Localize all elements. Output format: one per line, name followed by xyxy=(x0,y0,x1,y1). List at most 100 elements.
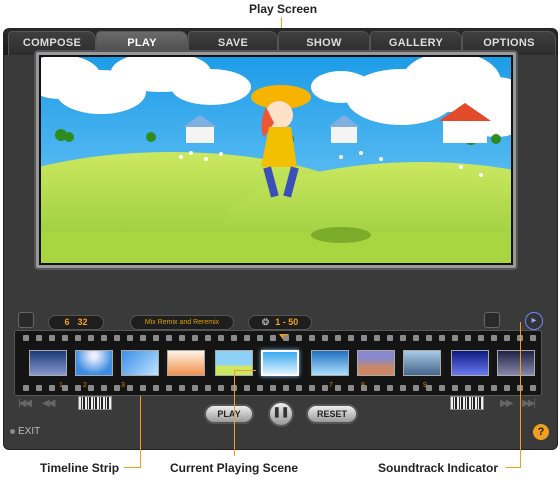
perforation xyxy=(257,335,263,341)
play-button[interactable]: PLAY xyxy=(204,404,254,424)
exit-button[interactable]: EXIT xyxy=(10,426,40,437)
thumb-4[interactable] xyxy=(167,350,205,376)
perforation xyxy=(387,335,393,341)
perforation xyxy=(530,335,536,341)
perforation xyxy=(439,385,445,391)
perforation xyxy=(23,385,29,391)
perforation xyxy=(23,335,29,341)
exit-label: EXIT xyxy=(18,426,41,437)
perforation xyxy=(205,385,211,391)
scene-range: ❂ 1 - 50 xyxy=(248,315,312,330)
perforation xyxy=(504,335,510,341)
perforation xyxy=(36,335,42,341)
rewind-start-icon[interactable]: |◀◀ xyxy=(18,398,32,409)
scroll-left-handle[interactable] xyxy=(78,396,112,410)
perforation xyxy=(348,385,354,391)
perforation xyxy=(491,385,497,391)
perforation xyxy=(62,335,68,341)
play-screen-callout: Play Screen xyxy=(249,2,318,16)
soundtrack-title: Mix Remix and Reremix xyxy=(130,315,234,330)
thumb-1[interactable] xyxy=(29,350,67,376)
perforation xyxy=(478,335,484,341)
thumb-8[interactable] xyxy=(357,350,395,376)
strip-num: 3 xyxy=(121,382,125,389)
perforation xyxy=(49,335,55,341)
strip-num: 7 xyxy=(329,382,333,389)
pause-button[interactable]: ❚❚ xyxy=(268,401,294,427)
scene-image xyxy=(41,57,511,263)
perforation xyxy=(504,385,510,391)
perforation xyxy=(244,385,250,391)
perforation xyxy=(114,335,120,341)
snapshot-icon[interactable] xyxy=(484,312,500,328)
perforation xyxy=(127,335,133,341)
perforation xyxy=(374,335,380,341)
strip-num: 2 xyxy=(83,382,87,389)
perforation xyxy=(335,335,341,341)
perforation xyxy=(101,335,107,341)
scene-range-label: 1 - 50 xyxy=(275,317,299,327)
film-reel-icon: ❂ xyxy=(261,317,270,327)
soundtrack-callout: Soundtrack Indicator xyxy=(378,461,499,475)
perforation xyxy=(465,385,471,391)
perforation xyxy=(257,385,263,391)
perforation xyxy=(530,385,536,391)
perforation xyxy=(374,385,380,391)
perforation xyxy=(205,335,211,341)
rewind-icon[interactable]: ◀◀ xyxy=(42,398,55,409)
folder-icon[interactable] xyxy=(18,312,34,328)
thumb-9[interactable] xyxy=(403,350,441,376)
timeline-callout-tick xyxy=(124,467,140,468)
soundtrack-callout-line xyxy=(520,322,521,468)
current-scene-callout-line xyxy=(234,370,235,456)
perforation xyxy=(322,385,328,391)
perforation xyxy=(231,335,237,341)
thumb-11[interactable] xyxy=(497,350,535,376)
thumb-2[interactable] xyxy=(75,350,113,376)
perforation xyxy=(426,385,432,391)
perforation xyxy=(62,385,68,391)
counter-total: 32 xyxy=(77,317,88,327)
perforation xyxy=(270,385,276,391)
timeline-strip[interactable]: 1 2 3 7 8 9 xyxy=(14,330,542,396)
perforation xyxy=(335,385,341,391)
thumb-3[interactable] xyxy=(121,350,159,376)
perforation xyxy=(387,385,393,391)
counter-current: 6 xyxy=(64,317,70,327)
perforation xyxy=(127,385,133,391)
exit-dot-icon xyxy=(10,429,15,434)
timeline-strip-callout: Timeline Strip xyxy=(40,461,120,475)
perforation xyxy=(166,385,172,391)
scroll-right-handle[interactable] xyxy=(450,396,484,410)
perforation xyxy=(179,335,185,341)
thumb-10[interactable] xyxy=(451,350,489,376)
play-screen[interactable] xyxy=(36,52,516,268)
forward-end-icon[interactable]: ▶▶| xyxy=(522,398,536,409)
perforation xyxy=(218,335,224,341)
perforation xyxy=(296,335,302,341)
scene-counter: 6 32 xyxy=(48,315,104,330)
thumb-current[interactable] xyxy=(261,350,299,376)
speaker-icon[interactable]: ▸ xyxy=(525,312,543,330)
help-button[interactable]: ? xyxy=(533,424,549,440)
perforation xyxy=(153,335,159,341)
current-scene-callout: Current Playing Scene xyxy=(170,461,299,475)
perforation xyxy=(140,385,146,391)
perforation xyxy=(413,385,419,391)
perforation xyxy=(348,335,354,341)
forward-icon[interactable]: ▶▶ xyxy=(500,398,513,409)
perforation xyxy=(400,335,406,341)
current-scene-callout-h xyxy=(234,370,256,371)
thumb-7[interactable] xyxy=(311,350,349,376)
perforation xyxy=(166,335,172,341)
perforation xyxy=(49,385,55,391)
timeline-callout-line xyxy=(140,396,141,468)
perforation xyxy=(75,385,81,391)
perforation xyxy=(283,335,289,341)
perforation xyxy=(283,385,289,391)
perforation xyxy=(153,385,159,391)
reset-button[interactable]: RESET xyxy=(306,404,358,424)
perforation xyxy=(400,385,406,391)
perforation xyxy=(192,385,198,391)
perforation xyxy=(452,335,458,341)
